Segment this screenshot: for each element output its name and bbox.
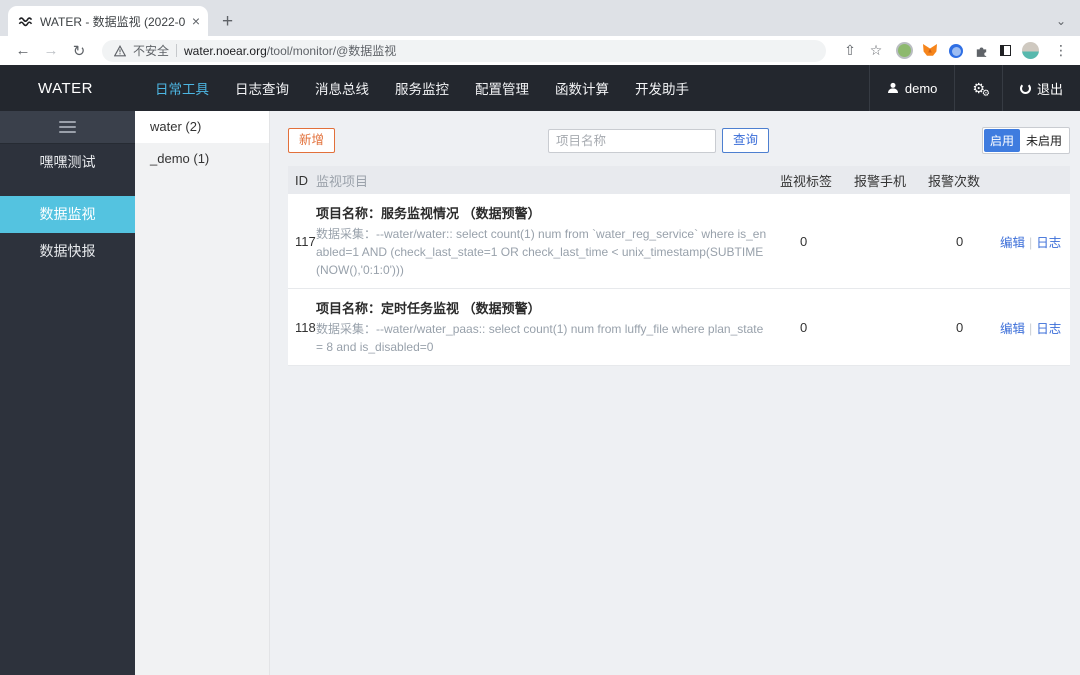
navbar-right: demo ⚙ ⚙ 退出 <box>868 65 1080 111</box>
browser-toolbar: ← → ↻ 不安全 water.noear.org/tool/monitor/@… <box>0 36 1080 65</box>
monitor-table: ID 监视项目 监视标签 报警手机 报警次数 117 项目名称：服务监视情况 （… <box>288 166 1070 366</box>
filter-disabled-button[interactable]: 未启用 <box>1020 129 1068 152</box>
row-alarm-count: 0 <box>956 319 964 335</box>
main-content: 新增 查询 启用 未启用 ID 监视项目 监视标签 报警手机 报警次数 117 <box>270 111 1080 675</box>
table-row: 117 项目名称：服务监视情况 （数据预警） 数据采集：--water/wate… <box>288 194 1070 289</box>
sidebar: 嘿嘿测试 数据监视 数据快报 <box>0 111 135 675</box>
warning-triangle-icon <box>114 44 126 56</box>
edit-link[interactable]: 编辑 <box>1000 236 1025 250</box>
nav-item-config-manage[interactable]: 配置管理 <box>475 78 529 98</box>
security-label[interactable]: 不安全 <box>133 42 169 59</box>
new-tab-button[interactable]: + <box>222 12 233 31</box>
group-list: water (2) _demo (1) <box>135 111 270 675</box>
row-project: 项目名称：服务监视情况 （数据预警） 数据采集：--water/water:: … <box>316 203 778 279</box>
browser-menu-icon[interactable]: ⋮ <box>1054 42 1068 59</box>
url-text[interactable]: water.noear.org/tool/monitor/@数据监视 <box>184 42 396 59</box>
logout-button[interactable]: 退出 <box>1001 65 1080 111</box>
power-ring-icon <box>1019 82 1031 94</box>
sidebar-panel-icon[interactable] <box>1000 45 1011 56</box>
browser-profile-avatar[interactable] <box>1022 42 1039 59</box>
back-icon[interactable]: ← <box>12 42 34 59</box>
row-tag-count: 0 <box>800 233 808 249</box>
row-actions: 编辑 | 日志 <box>1000 318 1070 337</box>
status-filter-toggle: 启用 未启用 <box>981 127 1070 154</box>
table-header: ID 监视项目 监视标签 报警手机 报警次数 <box>288 166 1070 194</box>
row-id: 117 <box>295 233 316 249</box>
sidebar-item-data-monitor[interactable]: 数据监视 <box>0 196 135 233</box>
add-button[interactable]: 新增 <box>288 128 336 153</box>
settings-button[interactable]: ⚙ ⚙ <box>954 65 1002 111</box>
header-tag: 监视标签 <box>780 173 833 189</box>
nav-item-service-monitor[interactable]: 服务监控 <box>395 78 449 98</box>
search-group: 查询 <box>547 128 769 153</box>
hamburger-icon <box>59 118 76 136</box>
share-icon[interactable]: ⇧ <box>840 42 860 59</box>
address-bar[interactable]: 不安全 water.noear.org/tool/monitor/@数据监视 <box>102 39 826 62</box>
reload-icon[interactable]: ↻ <box>68 42 90 60</box>
group-item-demo[interactable]: _demo (1) <box>135 143 269 175</box>
row-actions: 编辑 | 日志 <box>1000 232 1070 251</box>
query-button[interactable]: 查询 <box>721 128 769 153</box>
control-row: 新增 查询 启用 未启用 <box>288 127 1070 154</box>
app-navbar: WATER 日常工具 日志查询 消息总线 服务监控 配置管理 函数计算 开发助手… <box>0 65 1080 111</box>
action-separator: | <box>1029 321 1033 336</box>
nav-item-log-query[interactable]: 日志查询 <box>235 78 289 98</box>
group-item-water[interactable]: water (2) <box>135 111 269 143</box>
tab-title: WATER - 数据监视 (2022-05-0 <box>40 14 185 29</box>
project-name: 项目名称：定时任务监视 （数据预警） <box>316 301 541 316</box>
gears-icon: ⚙ ⚙ <box>972 80 990 98</box>
row-project: 项目名称：定时任务监视 （数据预警） 数据采集：--water/water_pa… <box>316 298 778 356</box>
user-name: demo <box>904 80 938 96</box>
browser-tab[interactable]: WATER - 数据监视 (2022-05-0 × <box>8 6 208 36</box>
row-alarm-count: 0 <box>956 233 964 249</box>
extension-green-dot-icon[interactable] <box>898 44 911 57</box>
app-body: 嘿嘿测试 数据监视 数据快报 water (2) _demo (1) 新增 查询… <box>0 111 1080 675</box>
bookmark-star-icon[interactable]: ☆ <box>866 42 886 59</box>
sidebar-collapse-button[interactable] <box>0 111 135 143</box>
extensions-puzzle-icon[interactable] <box>974 43 989 58</box>
omnibox-divider <box>176 44 178 57</box>
header-id: ID <box>295 172 308 188</box>
sidebar-item-data-report[interactable]: 数据快报 <box>0 233 135 270</box>
sidebar-item-hehe-test[interactable]: 嘿嘿测试 <box>0 143 135 180</box>
table-row: 118 项目名称：定时任务监视 （数据预警） 数据采集：--water/wate… <box>288 289 1070 366</box>
header-project: 监视项目 <box>316 173 369 189</box>
extension-icons: ⋮ <box>898 42 1068 59</box>
project-detail: 数据采集：--water/water_paas:: select count(1… <box>316 322 764 354</box>
url-domain: water.noear.org <box>184 44 267 58</box>
header-count: 报警次数 <box>928 173 981 189</box>
forward-icon: → <box>43 42 59 59</box>
log-link[interactable]: 日志 <box>1036 322 1061 336</box>
nav-item-function-compute[interactable]: 函数计算 <box>555 78 609 98</box>
water-favicon-icon <box>18 16 33 26</box>
action-separator: | <box>1029 235 1033 250</box>
tab-search-chevron-icon[interactable]: ⌄ <box>1056 14 1066 28</box>
filter-enabled-button[interactable]: 启用 <box>983 129 1020 152</box>
nav-item-dev-assistant[interactable]: 开发助手 <box>635 78 689 98</box>
nav-item-message-bus[interactable]: 消息总线 <box>315 78 369 98</box>
brand-logo[interactable]: WATER <box>0 65 135 111</box>
nav-menu: 日常工具 日志查询 消息总线 服务监控 配置管理 函数计算 开发助手 <box>155 65 689 111</box>
header-phone: 报警手机 <box>854 173 907 189</box>
project-name-input[interactable] <box>547 128 716 153</box>
project-detail: 数据采集：--water/water:: select count(1) num… <box>316 227 767 277</box>
nav-item-daily-tools[interactable]: 日常工具 <box>155 78 209 98</box>
tab-close-icon[interactable]: × <box>192 14 200 28</box>
extension-blue-circle-icon[interactable] <box>949 43 963 58</box>
edit-link[interactable]: 编辑 <box>1000 322 1025 336</box>
row-id: 118 <box>295 319 316 335</box>
user-icon <box>887 82 898 93</box>
browser-tab-strip: WATER - 数据监视 (2022-05-0 × + ⌄ <box>0 0 1080 36</box>
project-name: 项目名称：服务监视情况 （数据预警） <box>316 206 541 221</box>
user-menu[interactable]: demo <box>868 65 955 111</box>
url-path: /tool/monitor/@数据监视 <box>266 44 397 58</box>
logout-label: 退出 <box>1036 81 1063 97</box>
metamask-fox-icon[interactable] <box>922 43 938 58</box>
row-tag-count: 0 <box>800 319 808 335</box>
log-link[interactable]: 日志 <box>1036 236 1061 250</box>
